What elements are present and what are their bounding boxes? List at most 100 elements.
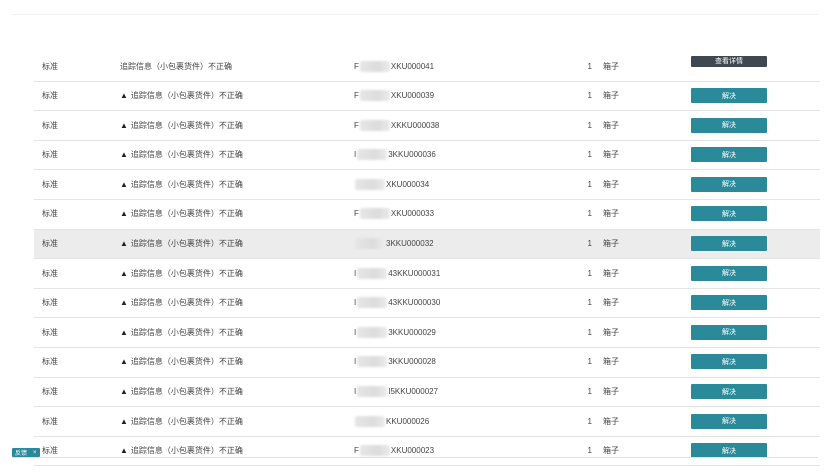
issue-type: 标准 xyxy=(42,179,58,189)
redacted-block xyxy=(359,119,390,131)
quantity: 1 xyxy=(587,91,592,101)
resolve-button[interactable]: 解决 xyxy=(691,206,767,222)
table-row[interactable]: 标准 ▲ 追踪信息（小包裹货件）不正确 KKU000026 1 箱子 解决 xyxy=(34,407,820,437)
quantity: 1 xyxy=(587,416,592,426)
issue-type: 标准 xyxy=(42,327,58,337)
unit: 箱子 xyxy=(603,120,619,130)
issue-description: 追踪信息（小包裹货件）不正确 xyxy=(130,179,243,189)
issue-type: 标准 xyxy=(42,91,58,101)
table-row[interactable]: 标准 ▲ 追踪信息（小包裹货件）不正确 XKU000034 1 箱子 解决 xyxy=(34,170,820,200)
action-cell: 解决 xyxy=(691,170,767,198)
action-cell: 解决 xyxy=(691,407,767,435)
tracking-id-cell: F XKU000041 xyxy=(354,52,434,80)
issue-description-cell: ▲ 追踪信息（小包裹货件）不正确 xyxy=(120,141,243,169)
quantity: 1 xyxy=(587,239,592,249)
tracking-id-cell: XKU000034 xyxy=(354,170,429,198)
table-row[interactable]: 标准 ▲ 追踪信息（小包裹货件）不正确 I 43KKU000030 1 箱子 解… xyxy=(34,289,820,319)
action-cell: 解决 xyxy=(691,437,767,465)
resolve-button[interactable]: 解决 xyxy=(691,295,767,311)
table-row[interactable]: 标准 ▲ 追踪信息（小包裹货件）不正确 F XKKU000038 1 箱子 解决 xyxy=(34,111,820,141)
view-details-button[interactable]: 查看详情 xyxy=(691,55,767,67)
warning-triangle-icon: ▲ xyxy=(120,239,128,249)
unit: 箱子 xyxy=(603,239,619,249)
tracking-id-cell: F XKU000033 xyxy=(354,200,434,228)
resolve-button[interactable]: 解决 xyxy=(691,443,767,459)
tracking-id-suffix: 43KKU000031 xyxy=(388,268,441,278)
issues-table: 标准 追踪信息（小包裹货件）不正确 F XKU000041 1 箱子 查看详情 … xyxy=(34,52,820,467)
resolve-button[interactable]: 解决 xyxy=(691,354,767,370)
resolve-button[interactable]: 解决 xyxy=(691,384,767,400)
table-row[interactable]: 标准 ▲ 追踪信息（小包裹货件）不正确 I 3KKU000036 1 箱子 解决 xyxy=(34,141,820,171)
issue-description-cell: 追踪信息（小包裹货件）不正确 xyxy=(120,52,232,80)
resolve-button[interactable]: 解决 xyxy=(691,265,767,281)
table-row[interactable]: 标准 ▲ 追踪信息（小包裹货件）不正确 F XKU000039 1 箱子 解决 xyxy=(34,82,820,112)
table-row[interactable]: 标准 ▲ 追踪信息（小包裹货件）不正确 I 3KKU000028 1 箱子 解决 xyxy=(34,348,820,378)
quantity: 1 xyxy=(587,120,592,130)
resolve-button[interactable]: 解决 xyxy=(691,147,767,163)
tracking-id-suffix: I5KKU000027 xyxy=(388,387,439,397)
warning-triangle-icon: ▲ xyxy=(120,446,128,456)
resolve-button[interactable]: 解决 xyxy=(691,117,767,133)
resolve-button[interactable]: 解决 xyxy=(691,88,767,104)
tracking-id-cell: F XKU000023 xyxy=(354,437,434,465)
issue-description-cell: ▲ 追踪信息（小包裹货件）不正确 xyxy=(120,318,243,346)
warning-triangle-icon: ▲ xyxy=(120,298,128,308)
issue-description: 追踪信息（小包裹货件）不正确 xyxy=(130,416,243,426)
close-icon[interactable]: × xyxy=(33,450,37,456)
issue-description: 追踪信息（小包裹货件）不正确 xyxy=(130,327,243,337)
quantity: 1 xyxy=(587,387,592,397)
table-row[interactable]: 标准 ▲ 追踪信息（小包裹货件）不正确 I 43KKU000031 1 箱子 解… xyxy=(34,259,820,289)
resolve-button[interactable]: 解决 xyxy=(691,324,767,340)
redacted-block xyxy=(357,297,388,309)
tracking-id-prefix: F xyxy=(354,209,359,219)
redacted-block xyxy=(355,178,385,190)
tracking-id-cell: F XKKU000038 xyxy=(354,111,439,139)
action-cell: 解决 xyxy=(691,259,767,287)
table-row[interactable]: 标准 ▲ 追踪信息（小包裹货件）不正确 F XKU000023 1 箱子 解决 xyxy=(34,437,820,467)
resolve-button[interactable]: 解决 xyxy=(691,413,767,429)
tracking-id-cell: 3KKU000032 xyxy=(354,230,434,258)
issue-description: 追踪信息（小包裹货件）不正确 xyxy=(130,239,243,249)
issue-type: 标准 xyxy=(42,357,58,367)
tracking-id-prefix: I xyxy=(354,387,357,397)
redacted-block xyxy=(359,60,390,72)
table-row[interactable]: 标准 ▲ 追踪信息（小包裹货件）不正确 I I5KKU000027 1 箱子 解… xyxy=(34,378,820,408)
issue-description-cell: ▲ 追踪信息（小包裹货件）不正确 xyxy=(120,82,243,110)
redacted-block xyxy=(357,267,388,279)
action-cell: 解决 xyxy=(691,200,767,228)
tracking-id-cell: F XKU000039 xyxy=(354,82,434,110)
feedback-tag[interactable]: 反馈 × xyxy=(12,448,40,457)
issue-description: 追踪信息（小包裹货件）不正确 xyxy=(120,61,232,71)
tracking-id-suffix: XKU000023 xyxy=(390,446,435,456)
tracking-id-suffix: XKU000039 xyxy=(390,91,435,101)
tracking-id-cell: I 3KKU000028 xyxy=(354,348,436,376)
tracking-id-cell: I 43KKU000031 xyxy=(354,259,440,287)
table-row[interactable]: 标准 ▲ 追踪信息（小包裹货件）不正确 3KKU000032 1 箱子 解决 xyxy=(34,229,820,260)
table-row[interactable]: 标准 ▲ 追踪信息（小包裹货件）不正确 F XKU000033 1 箱子 解决 xyxy=(34,200,820,230)
redacted-block xyxy=(355,415,385,427)
quantity: 1 xyxy=(587,446,592,456)
tracking-id-cell: I 3KKU000029 xyxy=(354,318,436,346)
quantity: 1 xyxy=(587,61,592,71)
quantity: 1 xyxy=(587,298,592,308)
quantity: 1 xyxy=(587,150,592,160)
quantity: 1 xyxy=(587,209,592,219)
issue-description-cell: ▲ 追踪信息（小包裹货件）不正确 xyxy=(120,348,243,376)
issue-type: 标准 xyxy=(42,209,58,219)
issue-description: 追踪信息（小包裹货件）不正确 xyxy=(130,91,243,101)
redacted-block xyxy=(357,356,388,368)
issue-description-cell: ▲ 追踪信息（小包裹货件）不正确 xyxy=(120,407,243,435)
issue-description: 追踪信息（小包裹货件）不正确 xyxy=(130,150,243,160)
redacted-block xyxy=(359,208,390,220)
tracking-id-suffix: 3KKU000036 xyxy=(388,150,436,160)
unit: 箱子 xyxy=(603,179,619,189)
redacted-block xyxy=(357,326,388,338)
table-row[interactable]: 标准 ▲ 追踪信息（小包裹货件）不正确 I 3KKU000029 1 箱子 解决 xyxy=(34,318,820,348)
issue-description: 追踪信息（小包裹货件）不正确 xyxy=(130,446,243,456)
resolve-button[interactable]: 解决 xyxy=(691,176,767,192)
resolve-button[interactable]: 解决 xyxy=(691,236,767,252)
action-cell: 解决 xyxy=(691,318,767,346)
tracking-id-suffix: XKU000034 xyxy=(386,179,430,189)
table-row[interactable]: 标准 追踪信息（小包裹货件）不正确 F XKU000041 1 箱子 查看详情 xyxy=(34,52,820,82)
issue-description-cell: ▲ 追踪信息（小包裹货件）不正确 xyxy=(120,289,243,317)
